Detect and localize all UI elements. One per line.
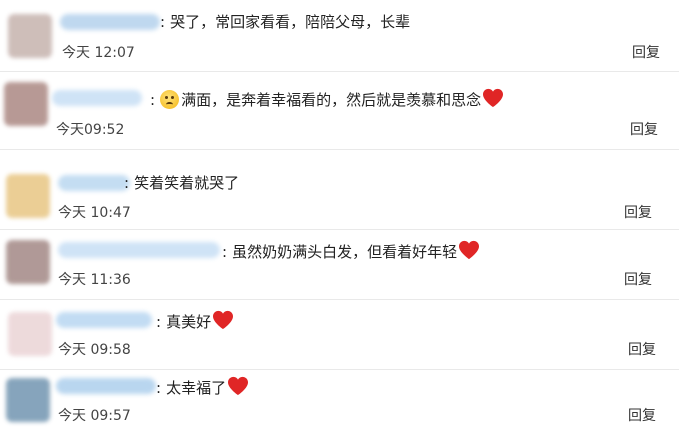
heart-icon	[459, 240, 480, 260]
reply-button[interactable]: 回复	[624, 202, 652, 222]
reply-button[interactable]: 回复	[628, 339, 656, 359]
comment-item: : 满面，是奔着幸福看的，然后就是羡慕和思念 今天09:52 回复	[0, 72, 679, 150]
comment-text: : 哭了，常回家看看，陪陪父母，长辈	[160, 13, 411, 31]
comment-list: : 哭了，常回家看看，陪陪父母，长辈 今天 12:07 回复 : 满面，是奔着幸福看…	[0, 0, 679, 438]
comment-text: : 太幸福了	[156, 376, 249, 398]
username[interactable]	[58, 175, 130, 191]
heart-icon	[213, 310, 234, 330]
username[interactable]	[56, 312, 152, 328]
comment-item: : 笑着笑着就哭了 今天 10:47 回复	[0, 150, 679, 230]
heart-icon	[483, 88, 504, 108]
comment-text: : 虽然奶奶满头白发，但看着好年轻	[222, 240, 480, 262]
comment-item: : 真美好 今天 09:58 回复	[0, 300, 679, 370]
avatar[interactable]	[6, 240, 50, 284]
reply-button[interactable]: 回复	[628, 405, 656, 425]
reply-button[interactable]: 回复	[624, 269, 652, 289]
heart-icon	[228, 376, 249, 396]
comment-item: : 虽然奶奶满头白发，但看着好年轻 今天 11:36 回复	[0, 230, 679, 300]
avatar[interactable]	[6, 174, 50, 218]
teary-face-icon	[160, 90, 180, 109]
comment-item: : 哭了，常回家看看，陪陪父母，长辈 今天 12:07 回复	[0, 0, 679, 72]
comment-text: : 真美好	[156, 310, 234, 332]
timestamp: 今天 10:47	[58, 205, 131, 221]
avatar[interactable]	[8, 14, 52, 58]
avatar[interactable]	[4, 82, 48, 126]
timestamp: 今天 11:36	[58, 272, 131, 288]
reply-button[interactable]: 回复	[632, 42, 660, 62]
timestamp: 今天 09:58	[58, 342, 131, 358]
avatar[interactable]	[8, 312, 52, 356]
username[interactable]	[58, 242, 220, 258]
username[interactable]	[52, 90, 142, 106]
avatar[interactable]	[6, 378, 50, 422]
username[interactable]	[56, 378, 156, 394]
comment-item: : 太幸福了 今天 09:57 回复	[0, 370, 679, 438]
timestamp: 今天 12:07	[62, 45, 135, 61]
comment-text: : 满面，是奔着幸福看的，然后就是羡慕和思念	[150, 88, 504, 110]
username[interactable]	[60, 14, 160, 30]
timestamp: 今天 09:57	[58, 408, 131, 424]
comment-text: : 笑着笑着就哭了	[124, 174, 240, 192]
timestamp: 今天09:52	[56, 122, 125, 138]
reply-button[interactable]: 回复	[630, 119, 658, 139]
